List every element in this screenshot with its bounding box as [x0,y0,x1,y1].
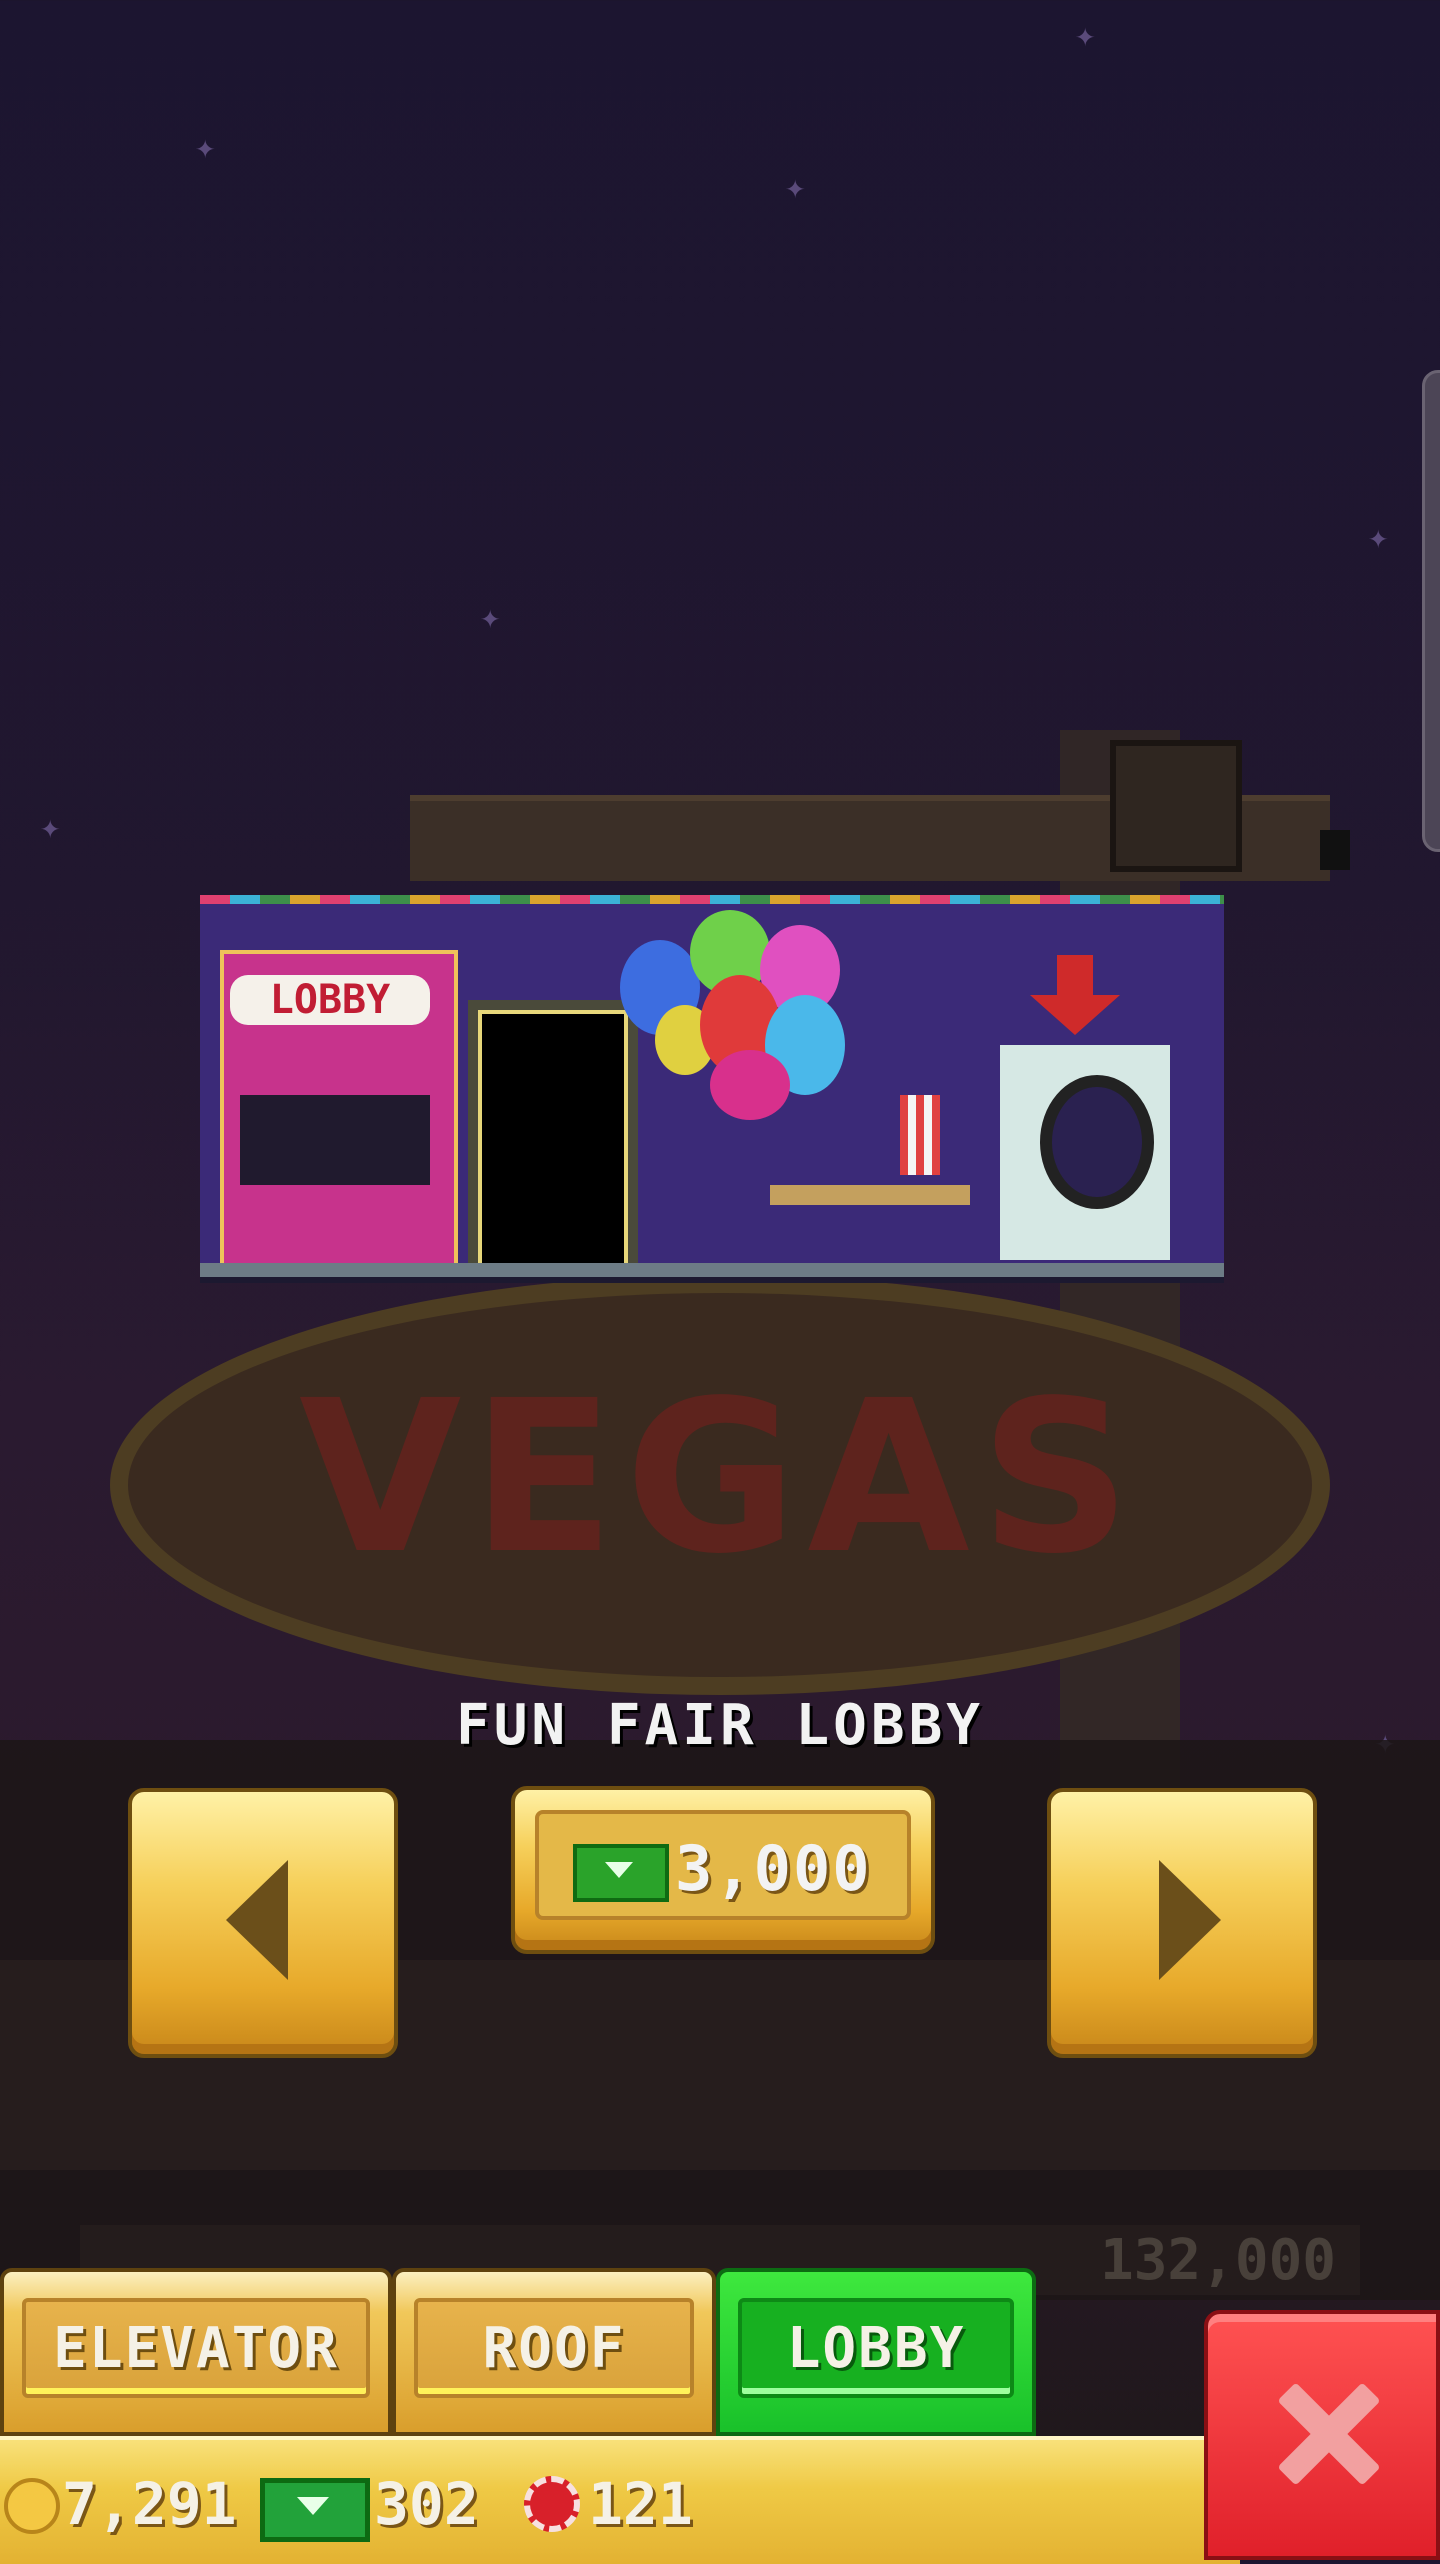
balloon-icon [710,1050,790,1120]
crane-hook [1320,830,1350,870]
buy-price: 3,000 [675,1832,872,1905]
coin-count: 7,291 [62,2470,237,2538]
star-icon: ✦ [40,807,61,847]
next-room-button[interactable] [1047,1788,1317,2058]
side-drawer-handle[interactable] [1422,370,1440,852]
previous-room-button[interactable] [128,1788,398,2058]
tab-label: LOBBY [786,2316,966,2381]
background-score: 132,000 [1100,2228,1337,2293]
vegas-sign-text: VEGAS [298,1355,1142,1600]
lobby-preview: LOBBY [200,895,1224,1277]
tab-elevator[interactable]: ELEVATOR [0,2268,392,2436]
close-button[interactable] [1204,2310,1440,2560]
preview-floor [200,1263,1224,1277]
booth-window [240,1095,430,1185]
arrow-left-icon [226,1860,288,1980]
elevator-door [468,1000,638,1277]
close-icon [1268,2374,1388,2494]
tab-label: ELEVATOR [53,2316,339,2381]
tab-lobby[interactable]: LOBBY [716,2268,1036,2436]
bux-icon [260,2478,370,2542]
booth-sign: LOBBY [230,975,430,1025]
mirror [1040,1075,1154,1209]
bux-count: 302 [374,2470,479,2538]
buy-button[interactable]: 3,000 [511,1786,935,1954]
arrow-right-icon [1159,1860,1221,1980]
tab-label: ROOF [482,2316,626,2381]
chip-icon [524,2476,580,2532]
chip-count: 121 [588,2470,693,2538]
bux-icon [573,1844,669,1902]
star-icon: ✦ [195,127,216,167]
crane-cab [1110,740,1242,872]
down-arrow-icon [1030,955,1120,1035]
star-icon: ✦ [1075,15,1096,55]
star-icon: ✦ [785,167,806,207]
table [770,1185,970,1205]
room-title: FUN FAIR LOBBY [455,1693,984,1758]
popcorn-icon [900,1095,940,1175]
star-icon: ✦ [1368,517,1389,557]
tab-roof[interactable]: ROOF [392,2268,716,2436]
coin-icon [4,2478,60,2534]
star-icon: ✦ [480,597,501,637]
